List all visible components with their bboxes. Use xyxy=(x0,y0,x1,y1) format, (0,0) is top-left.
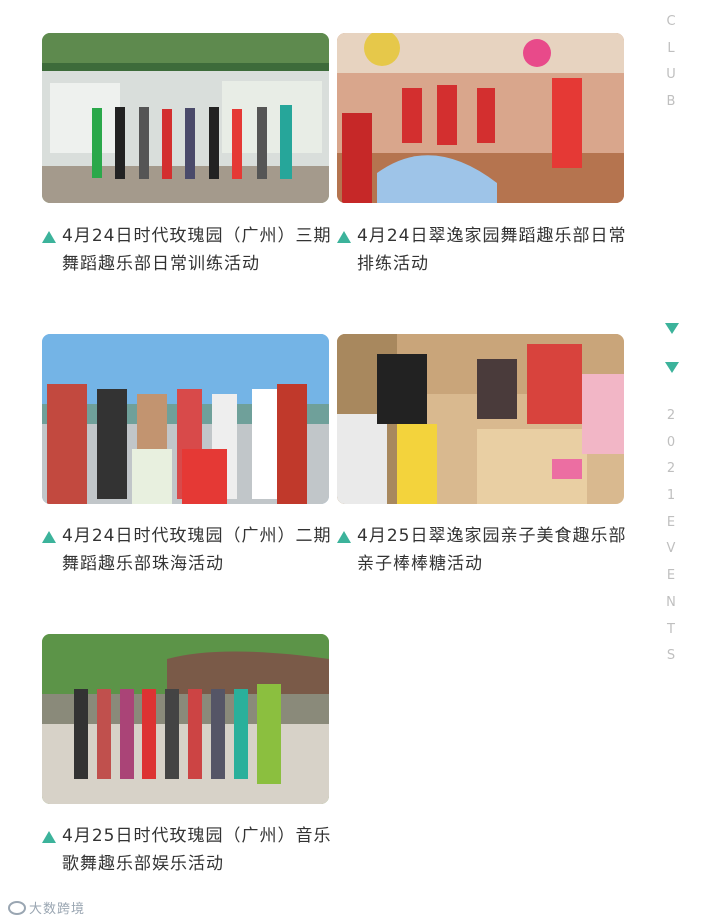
event-photo-1 xyxy=(42,33,329,203)
triangle-bullet-icon xyxy=(42,831,56,843)
event-photo-2 xyxy=(337,33,624,203)
watermark: 大数跨境 xyxy=(8,898,85,917)
triangle-bullet-icon xyxy=(337,231,351,243)
event-photo-3 xyxy=(42,334,329,504)
event-caption-5: 4月25日时代玫瑰园（广州）音乐歌舞趣乐部娱乐活动 xyxy=(42,822,332,878)
event-photo-5 xyxy=(42,634,329,804)
event-caption-4: 4月25日翠逸家园亲子美食趣乐部亲子棒棒糖活动 xyxy=(337,522,627,578)
logo-icon xyxy=(8,901,26,915)
triangle-bullet-icon xyxy=(42,231,56,243)
triangle-bullet-icon xyxy=(42,531,56,543)
event-caption-2: 4月24日翠逸家园舞蹈趣乐部日常排练活动 xyxy=(337,222,627,278)
triangle-bullet-icon xyxy=(337,531,351,543)
sidebar-club-text: C L U B xyxy=(666,14,676,110)
sidebar-events-text: 2 0 2 1 E V E N T S xyxy=(666,408,676,664)
triangle-down-icon xyxy=(665,362,679,373)
event-caption-3: 4月24日时代玫瑰园（广州）二期舞蹈趣乐部珠海活动 xyxy=(42,522,332,578)
event-caption-1: 4月24日时代玫瑰园（广州）三期舞蹈趣乐部日常训练活动 xyxy=(42,222,332,278)
event-photo-4 xyxy=(337,334,624,504)
triangle-down-icon xyxy=(665,323,679,334)
